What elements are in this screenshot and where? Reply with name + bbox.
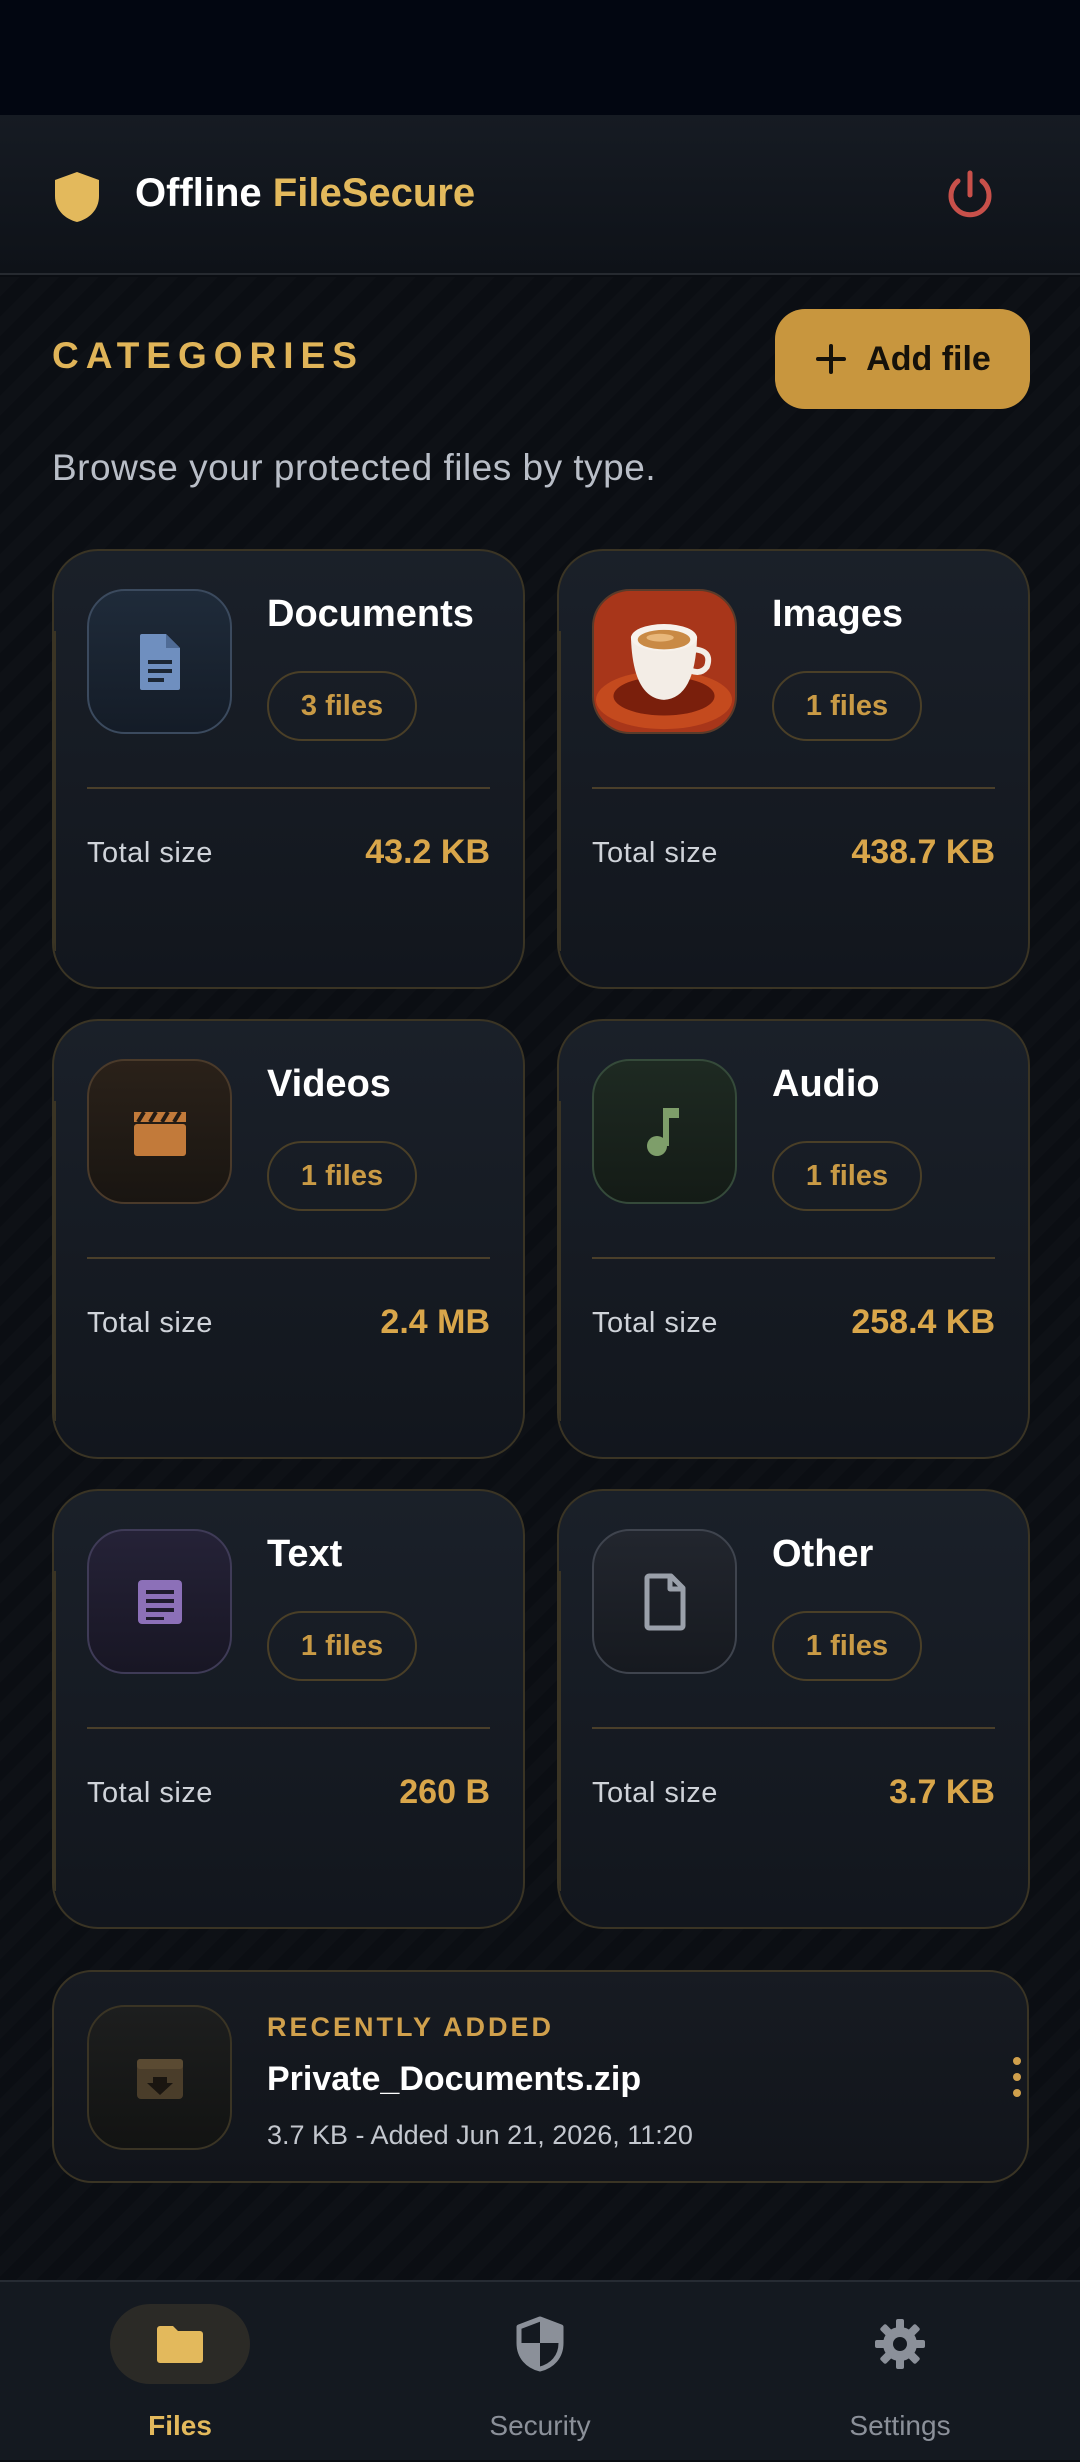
status-bar bbox=[0, 0, 1080, 115]
image-thumbnail bbox=[592, 589, 737, 734]
document-icon bbox=[87, 589, 232, 734]
divider bbox=[87, 1257, 490, 1259]
gear-icon bbox=[830, 2304, 970, 2384]
bottom-nav: Files Security Settings bbox=[0, 2280, 1080, 2460]
folder-icon bbox=[110, 2304, 250, 2384]
category-card-audio[interactable]: Audio 1 files Total size 258.4 KB bbox=[557, 1019, 1030, 1459]
shield-icon bbox=[470, 2304, 610, 2384]
size-label: Total size bbox=[87, 837, 213, 869]
category-name: Images bbox=[772, 593, 903, 635]
file-count-badge: 1 files bbox=[267, 1141, 417, 1211]
category-name: Videos bbox=[267, 1063, 391, 1105]
divider bbox=[592, 1727, 995, 1729]
clapperboard-icon bbox=[87, 1059, 232, 1204]
file-icon bbox=[592, 1529, 737, 1674]
text-file-icon bbox=[87, 1529, 232, 1674]
nav-item-settings[interactable]: Settings bbox=[720, 2282, 1080, 2462]
size-label: Total size bbox=[87, 1307, 213, 1339]
recently-added-label: RECENTLY ADDED bbox=[267, 2012, 555, 2042]
category-name: Text bbox=[267, 1533, 343, 1575]
nav-label-files: Files bbox=[148, 2410, 212, 2441]
section-title: CATEGORIES bbox=[52, 335, 364, 376]
music-note-icon bbox=[592, 1059, 737, 1204]
category-name: Other bbox=[772, 1533, 874, 1575]
size-value: 2.4 MB bbox=[380, 1303, 490, 1341]
file-count-badge: 3 files bbox=[267, 671, 417, 741]
nav-label-settings: Settings bbox=[849, 2410, 951, 2441]
category-card-videos[interactable]: Videos 1 files Total size 2.4 MB bbox=[52, 1019, 525, 1459]
app-bar: Offline FileSecure bbox=[0, 115, 1080, 275]
divider bbox=[592, 787, 995, 789]
category-card-text[interactable]: Text 1 files Total size 260 B bbox=[52, 1489, 525, 1929]
size-label: Total size bbox=[592, 837, 718, 869]
category-name: Documents bbox=[267, 593, 474, 635]
subtitle: Browse your protected files by type. bbox=[52, 447, 657, 488]
file-count-badge: 1 files bbox=[772, 1611, 922, 1681]
recent-filename: Private_Documents.zip bbox=[267, 2060, 642, 2098]
nav-label-security: Security bbox=[489, 2410, 591, 2441]
recently-added-card[interactable]: RECENTLY ADDED Private_Documents.zip 3.7… bbox=[52, 1970, 1029, 2183]
app-title: Offline FileSecure bbox=[135, 171, 475, 216]
category-card-images[interactable]: Images 1 files Total size 438.7 KB bbox=[557, 549, 1030, 989]
divider bbox=[87, 1727, 490, 1729]
category-card-documents[interactable]: Documents 3 files Total size 43.2 KB bbox=[52, 549, 525, 989]
divider bbox=[87, 787, 490, 789]
category-name: Audio bbox=[772, 1063, 880, 1105]
file-count-badge: 1 files bbox=[267, 1611, 417, 1681]
add-file-label: Add file bbox=[866, 339, 991, 378]
shield-icon bbox=[55, 172, 99, 222]
recent-file-meta: 3.7 KB - Added Jun 21, 2026, 11:20 bbox=[267, 2120, 693, 2150]
size-value: 260 B bbox=[399, 1773, 490, 1811]
size-value: 3.7 KB bbox=[889, 1773, 995, 1811]
main-content: CATEGORIES Add file Browse your protecte… bbox=[0, 277, 1080, 2280]
nav-item-security[interactable]: Security bbox=[360, 2282, 720, 2462]
archive-icon bbox=[87, 2005, 232, 2150]
size-value: 43.2 KB bbox=[365, 833, 490, 871]
add-file-button[interactable]: Add file bbox=[775, 309, 1030, 409]
category-card-other[interactable]: Other 1 files Total size 3.7 KB bbox=[557, 1489, 1030, 1929]
more-options-icon[interactable] bbox=[1002, 2037, 1032, 2117]
power-icon[interactable] bbox=[940, 165, 1000, 225]
plus-icon bbox=[816, 344, 847, 374]
app-title-accent: FileSecure bbox=[272, 171, 476, 215]
file-count-badge: 1 files bbox=[772, 671, 922, 741]
nav-item-files[interactable]: Files bbox=[0, 2282, 360, 2462]
app-title-primary: Offline bbox=[135, 171, 262, 215]
size-label: Total size bbox=[592, 1777, 718, 1809]
size-value: 438.7 KB bbox=[851, 833, 995, 871]
file-count-badge: 1 files bbox=[772, 1141, 922, 1211]
divider bbox=[592, 1257, 995, 1259]
size-label: Total size bbox=[592, 1307, 718, 1339]
size-label: Total size bbox=[87, 1777, 213, 1809]
size-value: 258.4 KB bbox=[851, 1303, 995, 1341]
